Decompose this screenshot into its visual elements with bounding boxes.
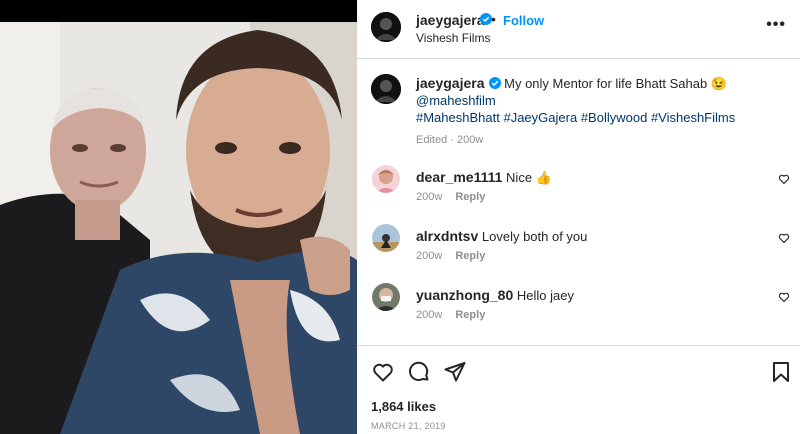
commenter-avatar[interactable] [372, 165, 400, 193]
comment-item: dear_me1111 Nice 👍 200w Reply [357, 165, 800, 225]
follow-button[interactable]: Follow [503, 13, 544, 28]
comment-text: Lovely both of you [481, 229, 588, 244]
comment-heart-icon[interactable] [778, 291, 790, 303]
comment-heart-icon[interactable] [778, 232, 790, 244]
hashtag-link[interactable]: #VisheshFilms [651, 110, 735, 125]
comment-text: Hello jaey [516, 288, 574, 303]
post-date: MARCH 21, 2019 [371, 421, 446, 431]
separator-dot: • [491, 11, 496, 27]
caption-avatar[interactable] [371, 74, 401, 104]
comment-item: yuanzhong_80 Hello jaey 200w Reply [357, 283, 800, 343]
hashtag-link[interactable]: #Bollywood [581, 110, 648, 125]
commenter-avatar[interactable] [372, 283, 400, 311]
reply-button[interactable]: Reply [455, 250, 485, 262]
hashtag-link[interactable]: #JaeyGajera [503, 110, 577, 125]
author-subtitle[interactable]: Vishesh Films [416, 31, 490, 45]
reply-button[interactable]: Reply [455, 191, 485, 203]
heart-icon[interactable] [371, 360, 395, 384]
comment-age: 200w [416, 191, 443, 203]
author-avatar[interactable] [371, 12, 401, 42]
post-actions: 1,864 likes MARCH 21, 2019 [357, 345, 800, 434]
caption-meta: Edited · 200w [416, 134, 484, 146]
comment-text: Nice 👍 [506, 170, 552, 185]
post-header: jaeygajera • Follow Vishesh Films ••• [357, 0, 800, 59]
post-photo[interactable] [0, 0, 357, 434]
share-icon[interactable] [443, 360, 467, 384]
comment-heart-icon[interactable] [778, 173, 790, 185]
post-caption: jaeygajera My only Mentor for life Bhatt… [357, 62, 800, 147]
hashtag-link[interactable]: #MaheshBhatt [416, 110, 500, 125]
more-options-icon[interactable]: ••• [766, 16, 786, 34]
comment-icon[interactable] [407, 360, 431, 384]
comment-item: alrxdntsv Lovely both of you 200w Reply [357, 224, 800, 284]
post-image [0, 0, 357, 434]
caption-text: jaeygajera My only Mentor for life Bhatt… [416, 75, 786, 149]
reply-button[interactable]: Reply [455, 309, 485, 321]
likes-count[interactable]: 1,864 likes [371, 399, 436, 414]
caption-body: My only Mentor for life Bhatt Sahab [504, 76, 708, 91]
author-username[interactable]: jaeygajera [416, 12, 485, 28]
commenter-avatar[interactable] [372, 224, 400, 252]
comment-age: 200w [416, 250, 443, 262]
comment-username[interactable]: dear_me1111 [416, 169, 502, 185]
comment-username[interactable]: yuanzhong_80 [416, 287, 513, 303]
caption-mention[interactable]: @maheshfilm [416, 93, 496, 108]
comment-age: 200w [416, 309, 443, 321]
wink-emoji: 😉 [710, 76, 727, 91]
bookmark-icon[interactable] [769, 360, 793, 384]
post-panel: jaeygajera • Follow Vishesh Films ••• ja… [357, 0, 800, 434]
caption-username[interactable]: jaeygajera [416, 75, 485, 91]
verified-badge-icon [488, 77, 501, 89]
comment-username[interactable]: alrxdntsv [416, 228, 478, 244]
